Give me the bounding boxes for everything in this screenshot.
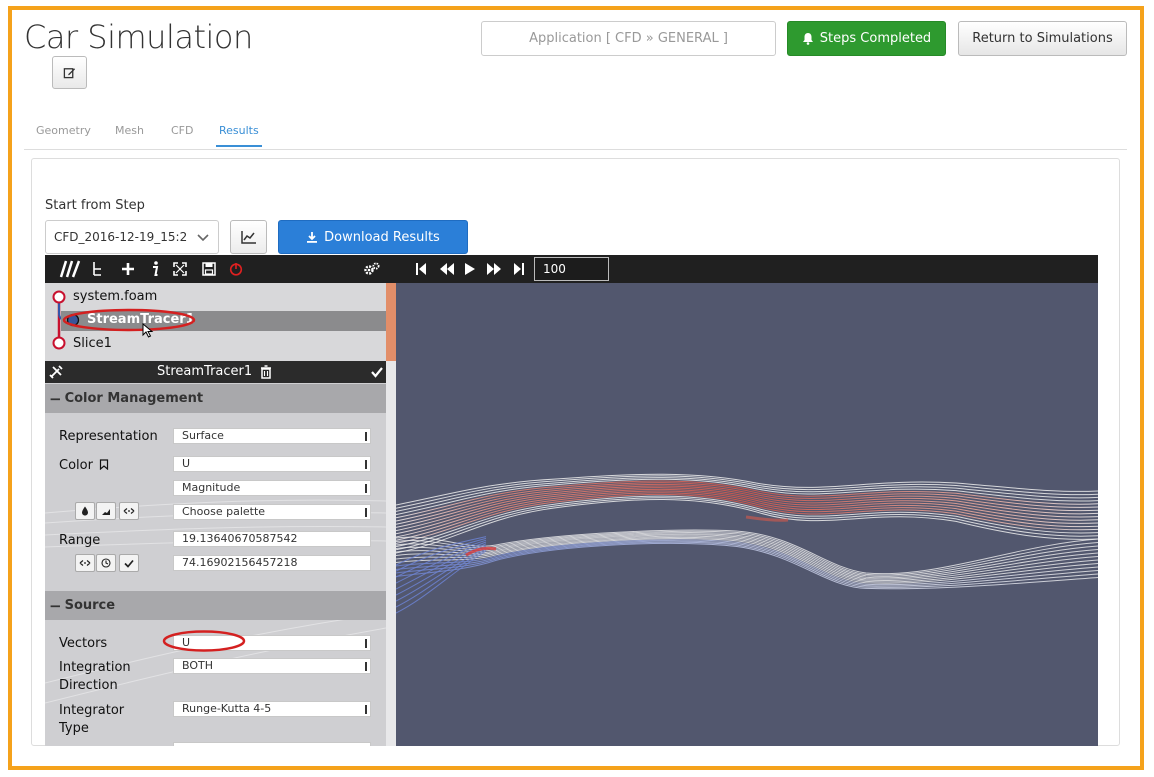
step-select-value: CFD_2016-12-19_15:2 xyxy=(54,230,188,244)
download-results-label: Download Results xyxy=(324,229,440,245)
steps-completed-button[interactable]: Steps Completed xyxy=(787,21,946,56)
arrows-horizontal-icon xyxy=(123,508,135,514)
color-component-select[interactable]: Magnitude xyxy=(173,480,371,496)
vectors-label: Vectors xyxy=(59,636,108,651)
color-array-select[interactable]: U xyxy=(173,456,371,472)
start-from-step-label: Start from Step xyxy=(45,198,145,213)
source-header[interactable]: − Source xyxy=(45,591,386,620)
annotation-ellipse xyxy=(62,308,196,332)
tab-geometry[interactable]: Geometry xyxy=(36,124,91,137)
download-results-button[interactable]: Download Results xyxy=(278,220,468,254)
integrator-type-label-line1: Integrator xyxy=(59,703,125,718)
check-icon xyxy=(124,559,134,568)
pipeline-and-properties-pane: system.foam StreamTracer1 Slice1 StreamT… xyxy=(45,283,386,746)
scalar-bar-button[interactable] xyxy=(96,502,116,520)
integrator-type-select[interactable]: Runge-Kutta 4-5 xyxy=(173,701,371,717)
pipeline-tree-icon[interactable] xyxy=(92,261,104,277)
collapse-minus-icon: − xyxy=(49,389,62,408)
tools-icon[interactable] xyxy=(49,365,63,379)
integration-direction-label-line2: Direction xyxy=(59,678,118,693)
delete-icon[interactable] xyxy=(260,365,272,379)
first-frame-icon[interactable] xyxy=(415,262,427,276)
page-title: Car Simulation xyxy=(24,18,253,56)
range-max-input[interactable]: 74.16902156457218 xyxy=(173,555,371,571)
bookmark-icon[interactable] xyxy=(99,459,109,471)
chevron-down-icon xyxy=(197,234,209,242)
integrator-type-label: Integrator Type xyxy=(59,703,124,736)
integration-direction-label-line1: Integration xyxy=(59,660,131,675)
play-icon[interactable] xyxy=(464,262,476,276)
edit-icon xyxy=(63,68,76,79)
integration-direction-label: Integration Direction xyxy=(59,660,131,693)
tab-cfd[interactable]: CFD xyxy=(171,124,193,137)
area-chart-icon xyxy=(102,508,110,515)
reset-camera-icon[interactable] xyxy=(173,262,187,276)
color-label: Color xyxy=(59,458,109,473)
frame-number-input[interactable]: 100 xyxy=(534,257,609,281)
representation-select[interactable]: Surface xyxy=(173,428,371,444)
info-icon[interactable] xyxy=(151,261,159,277)
integration-direction-select[interactable]: BOTH xyxy=(173,658,371,674)
drop-icon xyxy=(82,506,88,516)
pipeline-item-system-foam[interactable]: system.foam xyxy=(73,289,157,304)
pipeline-item-slice1[interactable]: Slice1 xyxy=(73,336,112,351)
collapse-minus-icon: − xyxy=(49,596,62,615)
edit-title-button[interactable] xyxy=(52,56,87,89)
range-min-input[interactable]: 19.13640670587542 xyxy=(173,531,371,547)
logo-icon[interactable] xyxy=(59,260,81,278)
streamline xyxy=(396,535,1098,582)
properties-title: StreamTracer1 xyxy=(157,364,253,379)
power-icon[interactable] xyxy=(229,262,243,276)
next-property-field[interactable] xyxy=(173,742,371,746)
rescale-button[interactable] xyxy=(119,502,139,520)
chart-button[interactable] xyxy=(230,220,267,254)
previous-frame-icon[interactable] xyxy=(439,262,455,276)
tab-bar: Geometry Mesh CFD Results xyxy=(24,116,1127,150)
apply-check-icon[interactable] xyxy=(371,366,383,378)
download-icon xyxy=(307,232,318,243)
add-filter-icon[interactable] xyxy=(121,262,135,276)
return-to-simulations-button[interactable]: Return to Simulations xyxy=(958,21,1127,56)
representation-label: Representation xyxy=(59,429,158,444)
render-viewport[interactable] xyxy=(396,283,1098,746)
clock-icon xyxy=(101,558,111,568)
bell-icon xyxy=(802,33,813,45)
streamline xyxy=(396,542,1098,590)
opacity-button[interactable] xyxy=(75,502,95,520)
save-icon[interactable] xyxy=(202,262,216,276)
arrows-horizontal-icon xyxy=(79,560,91,566)
range-arrows-button[interactable] xyxy=(75,554,95,572)
integrator-type-label-line2: Type xyxy=(59,721,89,736)
range-time-button[interactable] xyxy=(96,554,116,572)
line-chart-icon xyxy=(240,231,256,244)
last-frame-icon[interactable] xyxy=(513,262,525,276)
range-apply-button[interactable] xyxy=(119,554,139,572)
pane-scroll-thumb[interactable] xyxy=(386,283,396,361)
pipeline-browser: system.foam StreamTracer1 Slice1 xyxy=(45,283,386,361)
settings-gears-icon[interactable] xyxy=(363,261,381,277)
steps-completed-label: Steps Completed xyxy=(819,31,932,46)
color-management-header[interactable]: − Color Management xyxy=(45,384,386,413)
tab-results[interactable]: Results xyxy=(216,124,262,147)
range-label: Range xyxy=(59,533,101,548)
step-select[interactable]: CFD_2016-12-19_15:2 xyxy=(45,220,219,254)
palette-select[interactable]: Choose palette xyxy=(173,504,371,520)
color-management-label: Color Management xyxy=(64,391,204,406)
color-label-text: Color xyxy=(59,458,93,473)
streamlines-render xyxy=(396,473,1098,614)
application-field: Application [ CFD » GENERAL ] xyxy=(481,21,776,56)
properties-header: StreamTracer1 xyxy=(45,361,386,383)
next-frame-icon[interactable] xyxy=(486,262,502,276)
mouse-cursor-icon xyxy=(142,323,154,338)
tab-mesh[interactable]: Mesh xyxy=(115,124,144,137)
annotation-ellipse xyxy=(162,630,246,652)
source-label: Source xyxy=(64,598,116,613)
streamline xyxy=(396,546,487,602)
